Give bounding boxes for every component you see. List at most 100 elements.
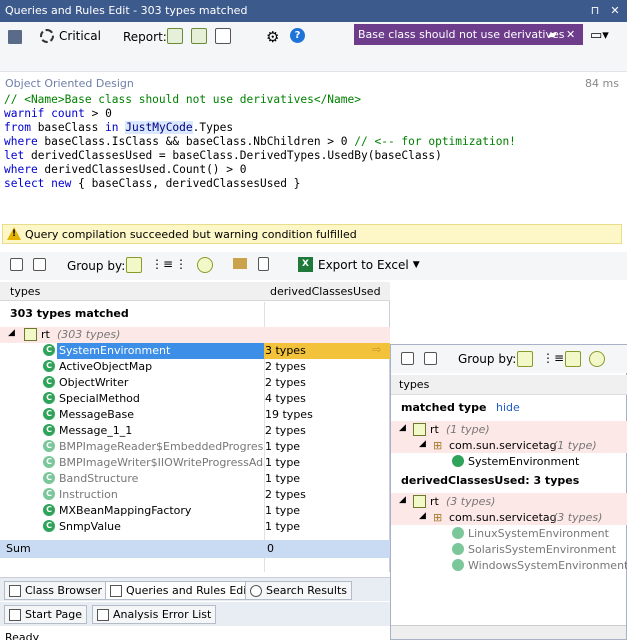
tab-pin-icon[interactable]: ▰ [548,28,556,41]
tab-start-page[interactable]: Start Page [4,605,87,624]
derived-item[interactable]: LinuxSystemEnvironment [468,527,609,540]
derived-count[interactable]: 1 type [265,520,300,533]
hide-link[interactable]: hide [496,401,520,414]
class-icon [452,559,464,571]
collapse-all-icon[interactable] [424,352,437,365]
new-query-icon[interactable]: ▭▾ [590,28,609,43]
table-row[interactable]: C MXBeanMappingFactory 1 type [0,503,390,519]
document-icon[interactable] [258,257,269,271]
derived-count[interactable]: 19 types [265,408,313,421]
derived-item[interactable]: WindowsSystemEnvironment [468,559,627,572]
derived-count[interactable]: 1 type [265,504,300,517]
code-line[interactable]: where derivedClassesUsed.Count() > 0 [4,163,516,177]
critical-toggle[interactable]: Critical [40,29,101,43]
tab-search-results[interactable]: Search Results [245,581,353,600]
gear-icon[interactable]: ⚙ [266,28,279,46]
table-row[interactable]: C ObjectWriter 2 types [0,375,390,391]
derived-count[interactable]: 1 type [265,472,300,485]
expand-arrow-icon[interactable]: ◢ [419,511,426,521]
matched-type-label: matched type [401,401,487,414]
folder-icon[interactable] [233,258,247,269]
save-icon[interactable] [8,30,22,44]
derived-count[interactable]: 2 types [265,488,306,501]
export-excel-button[interactable]: X Export to Excel ▼ [298,257,420,272]
report-doc-button[interactable] [191,28,207,44]
group-by-assembly-button[interactable] [126,257,142,273]
critical-icon [40,29,54,43]
table-row[interactable]: C BMPImageWriter$IIOWriteProgressAdapt 1 t… [0,455,390,471]
code-line[interactable]: warnif count > 0 [4,107,516,121]
group-by-member-button[interactable] [589,351,605,367]
derived-count[interactable]: 2 types [265,376,306,389]
derived-item[interactable]: SolarisSystemEnvironment [468,543,616,556]
expand-arrow-icon[interactable]: ◢ [399,423,406,433]
table-row[interactable]: C BandStructure 1 type [0,471,390,487]
title-bar: Queries and Rules Edit - 303 types match… [0,0,627,22]
group-by-namespace-button[interactable]: ⋮≡ [542,351,564,365]
pin-icon[interactable]: ⊓ [587,3,603,19]
table-row[interactable]: C BMPImageReader$EmbeddedProgressAd 1 type [0,439,390,455]
type-name: BMPImageReader$EmbeddedProgressAd [59,440,264,453]
tab-class-browser[interactable]: Class Browser [4,581,108,600]
table-row[interactable]: C ActiveObjectMap 2 types [0,359,390,375]
report-list-button[interactable] [215,28,231,44]
derived-count[interactable]: 2 types [265,360,306,373]
code-text[interactable]: // <Name>Base class should not use deriv… [4,93,516,191]
report-html-button[interactable] [167,28,183,44]
close-icon[interactable]: ✕ [607,3,623,19]
expand-arrow-icon[interactable]: ◢ [8,328,15,338]
details-toolbar: Group by: ⋮≡ [391,345,627,373]
start-page-icon [9,609,21,621]
table-row[interactable]: C SystemEnvironment 3 types ⇨ [0,343,390,359]
code-line[interactable]: select new { baseClass, derivedClassesUs… [4,177,516,191]
group-by-label: Group by: [67,259,126,273]
group-by-member-button[interactable] [197,257,213,273]
column-types[interactable]: types [10,285,40,298]
status-line: Ready [5,631,40,640]
expand-arrow-icon[interactable]: ◢ [419,439,426,449]
derived-count[interactable]: 4 types [265,392,306,405]
type-name: SpecialMethod [59,392,140,405]
derived-count[interactable]: 1 type [265,456,300,469]
expand-all-icon[interactable] [10,258,23,271]
code-line[interactable]: let derivedClassesUsed = baseClass.Deriv… [4,149,516,163]
details-column: types [399,378,430,391]
sum-value: 0 [267,542,274,555]
matched-item[interactable]: SystemEnvironment [468,455,579,468]
code-line[interactable]: // <Name>Base class should not use deriv… [4,93,516,107]
derived-count[interactable]: 3 types [265,344,306,357]
derived-count[interactable]: 2 types [265,424,306,437]
collapse-all-icon[interactable] [33,258,46,271]
tab-close-icon[interactable]: ✕ [566,28,575,41]
group-by-assembly-button[interactable] [517,351,533,367]
class-icon [452,543,464,555]
code-line[interactable]: from baseClass in JustMyCode.Types [4,121,516,135]
namespace-icon: ⊞ [433,511,443,524]
help-icon[interactable]: ? [290,28,305,43]
tab-analysis-error-list[interactable]: Analysis Error List [92,605,217,624]
table-row[interactable]: C SnmpValue 1 type [0,519,390,535]
table-row[interactable]: C SpecialMethod 4 types [0,391,390,407]
group-row[interactable]: ◢ rt (303 types) [0,327,390,343]
rule-tab-label: Base class should not use derivatives [358,28,565,41]
group-by-type-button[interactable] [565,351,581,367]
code-line[interactable]: where baseClass.IsClass && baseClass.NbC… [4,135,516,149]
group-by-namespace-button[interactable]: ⋮≡ [151,257,173,271]
table-row[interactable]: C Instruction 2 types [0,487,390,503]
tab-queries-rules-edit[interactable]: Queries and Rules Edit [105,581,256,600]
arrow-right-icon[interactable]: ⇨ [372,343,381,356]
type-name: SnmpValue [59,520,121,533]
compile-status-text: Query compilation succeeded but warning … [25,228,357,241]
details-header: types [391,375,627,395]
table-row[interactable]: C Message_1_1 2 types [0,423,390,439]
column-derived[interactable]: derivedClassesUsed [270,285,381,298]
horizontal-scrollbar[interactable] [391,625,626,639]
expand-all-icon[interactable] [401,352,414,365]
derived-count[interactable]: 1 type [265,440,300,453]
derived-namespace: com.sun.servicetag [449,511,557,524]
query-editor[interactable]: Object Oriented Design 84 ms // <Name>Ba… [0,75,627,225]
group-by-type-button[interactable]: ⋮ [175,257,187,271]
table-row[interactable]: C MessageBase 19 types [0,407,390,423]
rule-tab[interactable]: Base class should not use derivatives ▰ … [354,24,583,45]
expand-arrow-icon[interactable]: ◢ [399,495,406,505]
